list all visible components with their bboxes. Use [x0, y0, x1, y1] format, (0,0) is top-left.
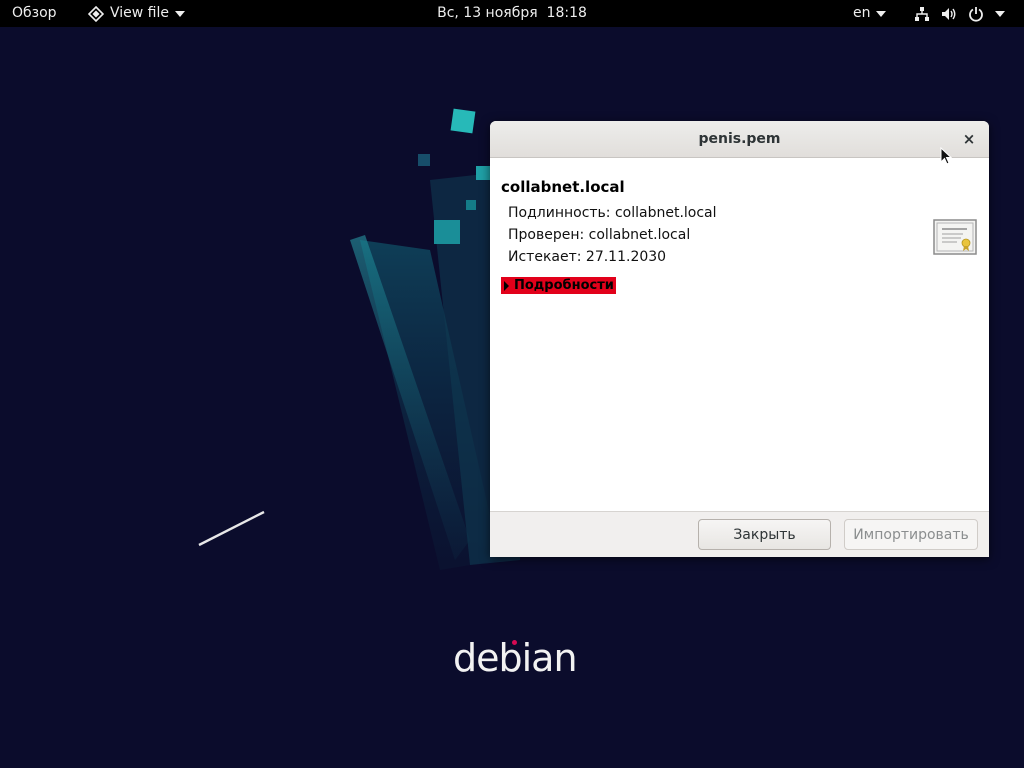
certificate-expires: Истекает: 27.11.2030	[508, 249, 667, 265]
certificate-verified-by: Проверен: collabnet.local	[508, 227, 691, 243]
power-icon	[969, 6, 983, 22]
app-icon	[88, 5, 104, 22]
details-expander[interactable]: Подробности	[501, 277, 616, 294]
volume-icon	[942, 7, 956, 20]
chevron-down-icon	[995, 10, 1005, 17]
system-menu-button[interactable]	[914, 0, 1005, 27]
dialog-header[interactable]: penis.pem ×	[490, 121, 989, 158]
keyboard-layout-button[interactable]: en	[853, 0, 886, 27]
chevron-down-icon	[175, 10, 185, 17]
dialog-title: penis.pem	[698, 131, 781, 147]
close-button[interactable]: Закрыть	[698, 519, 831, 550]
certificate-name: collabnet.local	[501, 178, 625, 196]
import-button[interactable]: Импортировать	[844, 519, 978, 550]
network-icon	[915, 6, 929, 21]
certificate-dialog: penis.pem × collabnet.local Подлинность:…	[490, 121, 989, 557]
dialog-footer: Закрыть Импортировать	[490, 511, 989, 557]
clock-button[interactable]: Вс, 13 ноября 18:18	[437, 5, 587, 21]
activities-button[interactable]: Обзор	[12, 0, 57, 27]
details-label: Подробности	[514, 278, 614, 293]
mouse-pointer-icon	[940, 147, 952, 165]
expander-arrow-icon	[504, 280, 509, 291]
app-menu-label: View file	[110, 5, 169, 21]
keyboard-layout-label: en	[853, 5, 871, 21]
app-menu-button[interactable]: View file	[88, 0, 185, 27]
dialog-body: collabnet.local Подлинность: collabnet.l…	[490, 158, 989, 511]
chevron-down-icon	[875, 10, 886, 17]
activities-label: Обзор	[12, 5, 57, 21]
certificate-identity: Подлинность: collabnet.local	[508, 205, 717, 221]
debian-logo-dot	[512, 640, 517, 645]
certificate-icon	[933, 219, 977, 255]
top-bar: Обзор View file Вс, 13 ноября 18:18 en	[0, 0, 1024, 27]
close-icon[interactable]: ×	[959, 129, 979, 149]
